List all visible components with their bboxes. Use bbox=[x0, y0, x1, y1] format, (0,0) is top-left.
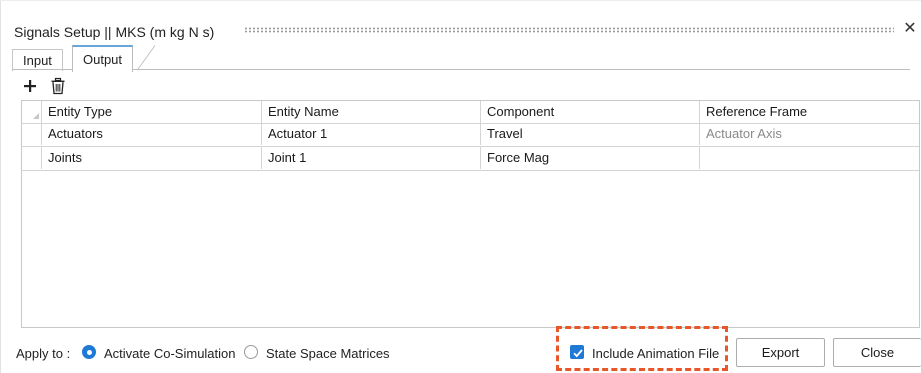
window-border bbox=[0, 0, 1, 373]
plus-icon[interactable] bbox=[22, 77, 40, 97]
dialog-title: Signals Setup || MKS (m kg N s) bbox=[14, 24, 215, 40]
include-animation-label[interactable]: Include Animation File bbox=[592, 346, 719, 361]
include-animation-checkbox[interactable] bbox=[570, 345, 584, 359]
cell-component[interactable]: Force Mag bbox=[481, 147, 700, 169]
row-header[interactable] bbox=[22, 147, 42, 169]
trash-icon[interactable] bbox=[50, 77, 68, 97]
tab-output[interactable]: Output bbox=[72, 45, 134, 72]
close-button[interactable]: Close bbox=[833, 338, 921, 367]
table-header: Entity Type Entity Name Component Refere… bbox=[22, 101, 919, 124]
tab-input[interactable]: Input bbox=[12, 49, 63, 71]
column-header-entity-name[interactable]: Entity Name bbox=[262, 101, 481, 123]
signals-table: Entity Type Entity Name Component Refere… bbox=[21, 100, 920, 328]
close-icon[interactable]: ✕ bbox=[902, 21, 918, 37]
title-bar[interactable]: Signals Setup || MKS (m kg N s) ✕ bbox=[0, 0, 921, 41]
radio-state-space-matrices[interactable] bbox=[244, 345, 258, 359]
cell-reference-frame[interactable]: Actuator Axis bbox=[700, 123, 919, 145]
radio-activate-co-simulation[interactable] bbox=[82, 345, 96, 359]
corner-triangle-icon bbox=[33, 113, 39, 119]
cell-entity-type[interactable]: Joints bbox=[42, 147, 262, 169]
table-row[interactable]: Joints Joint 1 Force Mag bbox=[22, 147, 919, 171]
cell-component[interactable]: Travel bbox=[481, 123, 700, 145]
cell-reference-frame[interactable] bbox=[700, 147, 919, 169]
tab-edge bbox=[137, 45, 155, 70]
select-all-corner[interactable] bbox=[22, 101, 42, 123]
radio-label-activate-co-simulation[interactable]: Activate Co-Simulation bbox=[104, 346, 236, 361]
export-button[interactable]: Export bbox=[736, 338, 825, 367]
radio-label-state-space-matrices[interactable]: State Space Matrices bbox=[266, 346, 390, 361]
column-header-reference-frame[interactable]: Reference Frame bbox=[700, 101, 919, 123]
column-header-entity-type[interactable]: Entity Type bbox=[42, 101, 262, 123]
drag-grip[interactable] bbox=[244, 27, 894, 33]
table-row[interactable]: Actuators Actuator 1 Travel Actuator Axi… bbox=[22, 123, 919, 147]
cell-entity-type[interactable]: Actuators bbox=[42, 123, 262, 145]
apply-to-label: Apply to : bbox=[16, 346, 71, 361]
cell-entity-name[interactable]: Actuator 1 bbox=[262, 123, 481, 145]
row-header[interactable] bbox=[22, 123, 42, 145]
cell-entity-name[interactable]: Joint 1 bbox=[262, 147, 481, 169]
tab-bar: Input Output bbox=[12, 45, 912, 72]
column-header-component[interactable]: Component bbox=[481, 101, 700, 123]
signals-setup-dialog: Signals Setup || MKS (m kg N s) ✕ Input … bbox=[0, 0, 921, 373]
tab-divider bbox=[12, 69, 910, 70]
